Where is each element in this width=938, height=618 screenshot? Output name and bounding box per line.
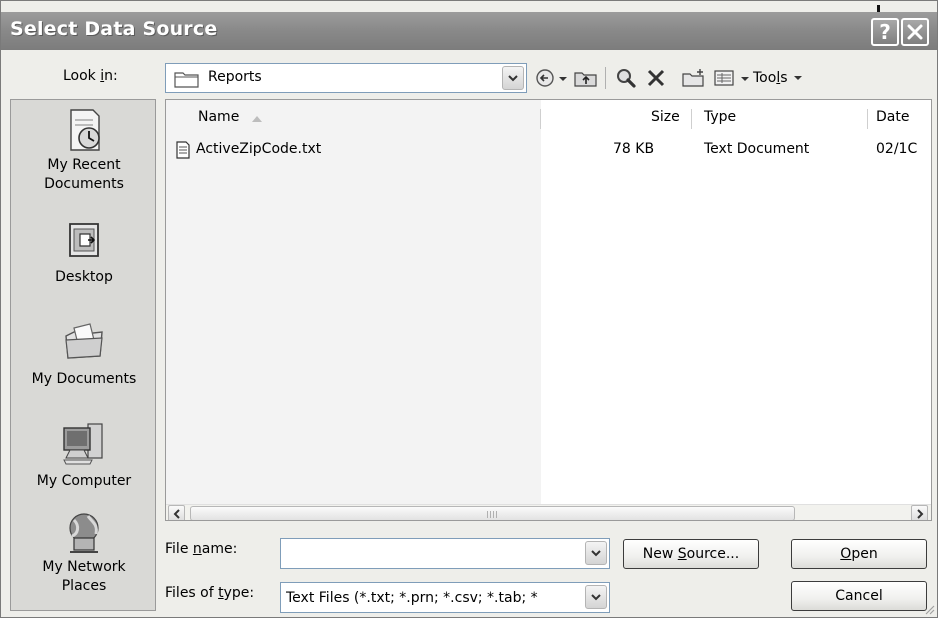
select-data-source-dialog: Select Data Source ? Look in: Reports To… [0,0,938,618]
filetype-label: Files of type: [165,585,255,601]
close-button[interactable] [901,18,929,46]
open-button[interactable]: Open [791,539,927,569]
filetype-combo[interactable]: Text Files (*.txt; *.prn; *.csv; *.tab; … [280,582,610,613]
file-row[interactable]: ActiveZipCode.txt 78 KB Text Document 02… [166,138,931,162]
network-places-icon [69,513,99,553]
my-documents-icon [65,323,103,359]
file-size: 78 KB [613,141,655,157]
resize-grip-icon[interactable] [923,603,935,615]
sort-ascending-icon [252,116,262,122]
new-folder-button[interactable] [681,64,707,92]
column-label: Name [198,109,240,125]
delete-icon [647,69,665,87]
filetype-value: Text Files (*.txt; *.prn; *.csv; *.tab; … [286,590,538,606]
file-name: ActiveZipCode.txt [196,141,322,157]
recent-documents-icon [70,109,100,151]
column-header-size[interactable]: Size [541,107,691,131]
place-label: Desktop [55,269,113,285]
button-label: Open [840,546,878,562]
new-folder-icon [682,69,704,87]
file-list[interactable]: Name Size Type Date ActiveZipCode.txt 78… [165,99,932,521]
file-list-header: Name Size Type Date [166,107,931,131]
scroll-right-button[interactable] [911,505,928,520]
tools-label: Tools [753,70,788,86]
help-icon: ? [879,20,891,44]
place-label: Documents [44,176,124,192]
help-button[interactable]: ? [871,18,899,46]
filename-combo[interactable] [280,538,610,569]
search-web-icon [617,69,636,88]
button-label: New Source... [642,546,740,562]
back-button[interactable] [534,64,570,92]
place-my-network-places[interactable]: My Network Places [11,512,157,596]
chevron-left-icon [173,508,180,519]
file-type: Text Document [704,141,810,157]
filename-dropdown-button[interactable] [585,541,607,565]
place-label: My Network [42,559,126,575]
views-icon [714,70,749,86]
place-my-recent-documents[interactable]: My Recent Documents [11,108,157,194]
place-desktop[interactable]: Desktop [11,220,157,287]
chevron-down-icon [508,75,518,82]
up-folder-icon [574,72,597,87]
chevron-down-icon [591,594,601,601]
column-label: Type [704,109,737,125]
scrollbar-thumb[interactable] [190,506,795,520]
lookin-combo[interactable]: Reports [165,63,527,93]
scroll-left-button[interactable] [168,505,185,520]
place-label: My Computer [36,473,132,489]
lookin-label: Look in: [63,68,118,84]
file-date: 02/1C [876,141,918,157]
horizontal-scrollbar[interactable] [166,504,931,520]
place-label: My Documents [31,371,137,387]
lookin-dropdown-button[interactable] [502,66,524,90]
place-my-computer[interactable]: My Computer [11,422,157,491]
button-label: Cancel [835,588,883,604]
column-label: Size [651,109,680,125]
my-computer-icon [63,423,103,465]
tools-dropdown-icon [793,76,802,80]
up-folder-button[interactable] [573,64,599,92]
lookin-value: Reports [208,69,262,85]
column-header-name[interactable]: Name [166,107,540,131]
delete-button[interactable] [644,64,668,92]
text-file-icon [176,141,190,159]
places-bar: My Recent Documents Desktop My Documents [10,99,156,611]
tools-menu-button[interactable]: Tools [753,64,827,92]
back-icon [536,69,567,87]
close-icon [907,24,923,40]
views-button[interactable] [713,64,757,92]
scrollbar-grip [487,511,499,518]
title-bar[interactable]: Select Data Source ? [1,12,937,50]
place-label: Places [61,578,107,594]
new-source-button[interactable]: New Source... [623,539,759,569]
dialog-title: Select Data Source [10,18,218,40]
chevron-right-icon [916,508,923,519]
column-header-date[interactable]: Date [868,107,931,131]
column-header-type[interactable]: Type [692,107,867,131]
column-label: Date [876,109,910,125]
chevron-down-icon [591,550,601,557]
search-web-button[interactable] [613,64,639,92]
cancel-button[interactable]: Cancel [791,581,927,611]
place-my-documents[interactable]: My Documents [11,322,157,389]
filetype-dropdown-button[interactable] [585,585,607,609]
place-label: My Recent [47,157,121,173]
folder-icon [174,72,199,88]
toolbar-separator [605,67,606,89]
desktop-icon [69,223,99,257]
filename-label: File name: [165,541,238,557]
